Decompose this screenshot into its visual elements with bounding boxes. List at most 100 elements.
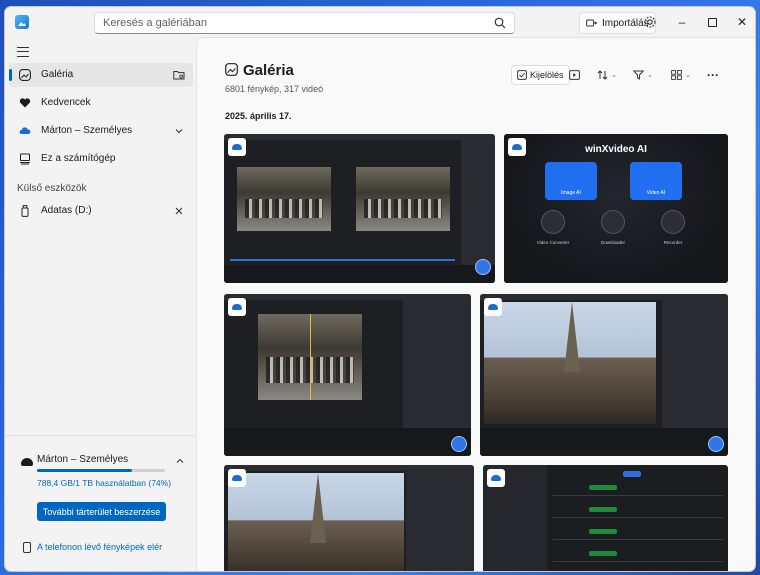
sidebar-item-this-pc[interactable]: Ez a számítógép [9, 147, 193, 171]
external-devices-heading: Külső eszközök [17, 183, 87, 194]
video-frame-right [356, 167, 450, 231]
sidebar-item-label: Kedvencek [41, 97, 91, 108]
cathedral-photo [228, 473, 404, 571]
split-line [310, 314, 311, 400]
winx-background [504, 134, 728, 283]
gallery-thumbnail[interactable] [480, 294, 728, 456]
thumb-run-button [451, 436, 467, 452]
thumb-bottom-bar [224, 428, 471, 456]
supported-badge [589, 551, 617, 556]
phone-photos-link[interactable]: A telefonon lévő fényképek elér [37, 542, 187, 552]
minimize-button[interactable]: – [667, 7, 697, 37]
minimize-icon: – [678, 15, 686, 29]
sidebar-item-usb-drive[interactable]: Adatas (D:) [9, 199, 193, 223]
storage-panel: Márton – Személyes 788,4 GB/1 TB használ… [5, 435, 195, 571]
thumb-run-button [708, 436, 724, 452]
date-group-header: 2025. április 17. [225, 111, 292, 121]
cloud-icon [19, 127, 31, 134]
cloud-sync-icon [508, 138, 526, 156]
page-title: Galéria [243, 62, 294, 79]
sidebar-item-favorites[interactable]: Kedvencek [9, 91, 193, 115]
close-button[interactable]: ✕ [727, 7, 755, 37]
cloud-sync-icon [487, 469, 505, 487]
cathedral-photo [484, 302, 656, 424]
cathedral-spire [564, 302, 580, 372]
thumb-bottom-bar [480, 428, 728, 456]
cloud-sync-icon [228, 298, 246, 316]
winx-card-label: Video AI [646, 190, 666, 196]
view-button[interactable]: ⌄ [671, 65, 691, 85]
gallery-icon [225, 63, 238, 76]
title-bar: Importálás – ✕ [5, 7, 755, 37]
chevron-down-icon: ⌄ [685, 72, 691, 79]
storage-progress-fill [37, 469, 132, 472]
close-icon: ✕ [736, 15, 748, 29]
computer-icon [20, 153, 30, 165]
sidebar-item-label: Ez a számítógép [41, 153, 116, 164]
row-divider [553, 539, 723, 540]
thumb-chrome [224, 134, 495, 140]
cloud-sync-icon [228, 138, 246, 156]
import-label: Importálás [602, 17, 649, 29]
gallery-icon [19, 69, 31, 81]
cloud-sync-icon [228, 469, 246, 487]
select-label: Kijelölés [530, 70, 564, 80]
winx-tool-label: Downloader [600, 240, 625, 245]
eject-close-icon[interactable] [173, 205, 185, 217]
cloud-sync-icon [484, 298, 502, 316]
sidebar-item-label: Márton – Személyes [41, 125, 133, 136]
thumb-run-button [475, 259, 491, 275]
video-frame-left [237, 167, 331, 231]
gallery-thumbnail[interactable] [483, 465, 728, 571]
winx-converter-icon [541, 210, 565, 234]
row-divider [553, 495, 723, 496]
sort-icon [597, 70, 608, 80]
winx-logo: winXvideo AI [585, 144, 647, 155]
gallery-thumbnail[interactable] [224, 465, 474, 571]
cathedral-spire [310, 473, 326, 543]
photos-window: Importálás – ✕ Galéria Kedv [4, 6, 756, 572]
thumb-taskbar [224, 265, 495, 283]
more-options-icon[interactable]: ··· [707, 65, 719, 85]
select-button[interactable]: Kijelölés [511, 65, 570, 85]
winx-video-ai-card: Video AI [630, 162, 682, 200]
hamburger-menu-icon[interactable] [17, 47, 29, 57]
sort-button[interactable]: ⌄ [597, 65, 617, 85]
sidebar-item-gallery[interactable]: Galéria [9, 63, 193, 87]
chevron-down-icon[interactable] [173, 125, 185, 137]
folder-settings-icon[interactable] [173, 69, 185, 81]
winx-card-label: Image AI [561, 190, 581, 196]
slideshow-button[interactable] [569, 65, 580, 85]
winx-downloader-icon [601, 210, 625, 234]
gallery-thumbnail[interactable] [224, 294, 471, 456]
thumb-timeline [230, 259, 455, 261]
heart-icon [19, 98, 31, 108]
winx-image-ai-card: Image AI [545, 162, 597, 200]
supported-badge [589, 529, 617, 534]
usb-drive-icon [21, 205, 29, 217]
buy-storage-button[interactable]: További tárterület beszerzése [37, 502, 166, 521]
supported-badge [589, 485, 617, 490]
phone-icon [23, 542, 31, 553]
photos-app-icon [15, 15, 29, 29]
maximize-button[interactable] [697, 7, 727, 37]
grid-view-icon [671, 70, 682, 80]
chevron-up-icon[interactable] [175, 456, 185, 466]
winx-tool-label: Recorder [663, 240, 683, 245]
supported-badge [589, 507, 617, 512]
gallery-thumbnail[interactable] [224, 134, 495, 283]
chevron-down-icon: ⌄ [611, 72, 617, 79]
gear-icon[interactable] [643, 15, 657, 29]
sidebar-item-onedrive[interactable]: Márton – Személyes [9, 119, 193, 143]
gallery-thumbnail[interactable]: winXvideo AI Image AI Video AI Video Con… [504, 134, 728, 283]
thumb-side-panel [406, 471, 474, 571]
search-box[interactable] [94, 12, 515, 34]
search-icon[interactable] [494, 17, 506, 29]
media-count: 6801 fénykép, 317 videó [225, 84, 324, 94]
preset-button [623, 471, 641, 477]
filter-button[interactable]: ⌄ [633, 65, 653, 85]
search-input[interactable] [95, 13, 475, 33]
checkbox-icon [517, 70, 527, 80]
chevron-down-icon: ⌄ [647, 72, 653, 79]
slideshow-icon [569, 70, 580, 80]
